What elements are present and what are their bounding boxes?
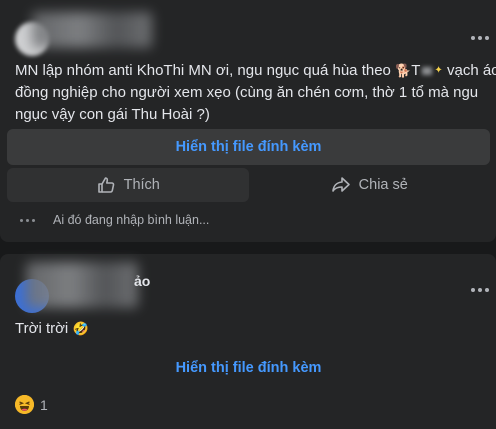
thumbs-up-icon — [97, 177, 114, 193]
haha-reaction-icon — [15, 395, 34, 414]
share-label: Chia sẻ — [358, 177, 408, 193]
dog-emoji-icon: 🐕 — [395, 63, 412, 78]
share-arrow-icon — [331, 177, 350, 192]
rofl-emoji-icon: 🤣 — [72, 321, 89, 336]
post-text-line-1: MN lập nhóm anti KhoThi MN ơi, ngu ngục … — [15, 60, 496, 82]
post-text: MN lập nhóm anti KhoThi MN ơi, ngu ngục … — [15, 60, 496, 126]
typing-label: Ai đó đang nhập bình luận... — [53, 213, 210, 227]
author-name-suffix: ảo — [134, 273, 151, 289]
sparkle-icon: ✦ — [434, 65, 443, 76]
share-button[interactable]: Chia sẻ — [249, 168, 491, 202]
post-card: ảo Trời trời 🤣 Hiển thị file đính kèm 1 — [0, 254, 496, 429]
blurred-text — [422, 67, 433, 76]
author-name-blurred[interactable] — [32, 12, 152, 48]
show-attachment-button[interactable]: Hiển thị file đính kèm — [7, 129, 490, 165]
more-dots-icon[interactable] — [471, 36, 489, 40]
post-text-line-2: đồng nghiệp cho người xem xẹo (cùng ăn c… — [15, 84, 479, 101]
post-text-line-3: ngục vậy con gái Thu Hoài ?) — [15, 106, 210, 123]
post-text: Trời trời 🤣 — [15, 320, 89, 337]
like-label: Thích — [123, 177, 160, 193]
typing-dots-icon — [20, 218, 35, 222]
reactions-summary[interactable]: 1 — [15, 395, 48, 414]
author-name-blurred[interactable] — [26, 262, 138, 308]
like-button[interactable]: Thích — [7, 168, 249, 202]
post-actions: Thích Chia sẻ — [7, 168, 490, 202]
show-attachment-button[interactable]: Hiển thị file đính kèm — [7, 350, 490, 386]
more-dots-icon[interactable] — [471, 288, 489, 292]
typing-indicator: Ai đó đang nhập bình luận... — [20, 213, 209, 227]
post-card: MN lập nhóm anti KhoThi MN ơi, ngu ngục … — [0, 0, 496, 242]
reaction-count: 1 — [40, 396, 48, 413]
